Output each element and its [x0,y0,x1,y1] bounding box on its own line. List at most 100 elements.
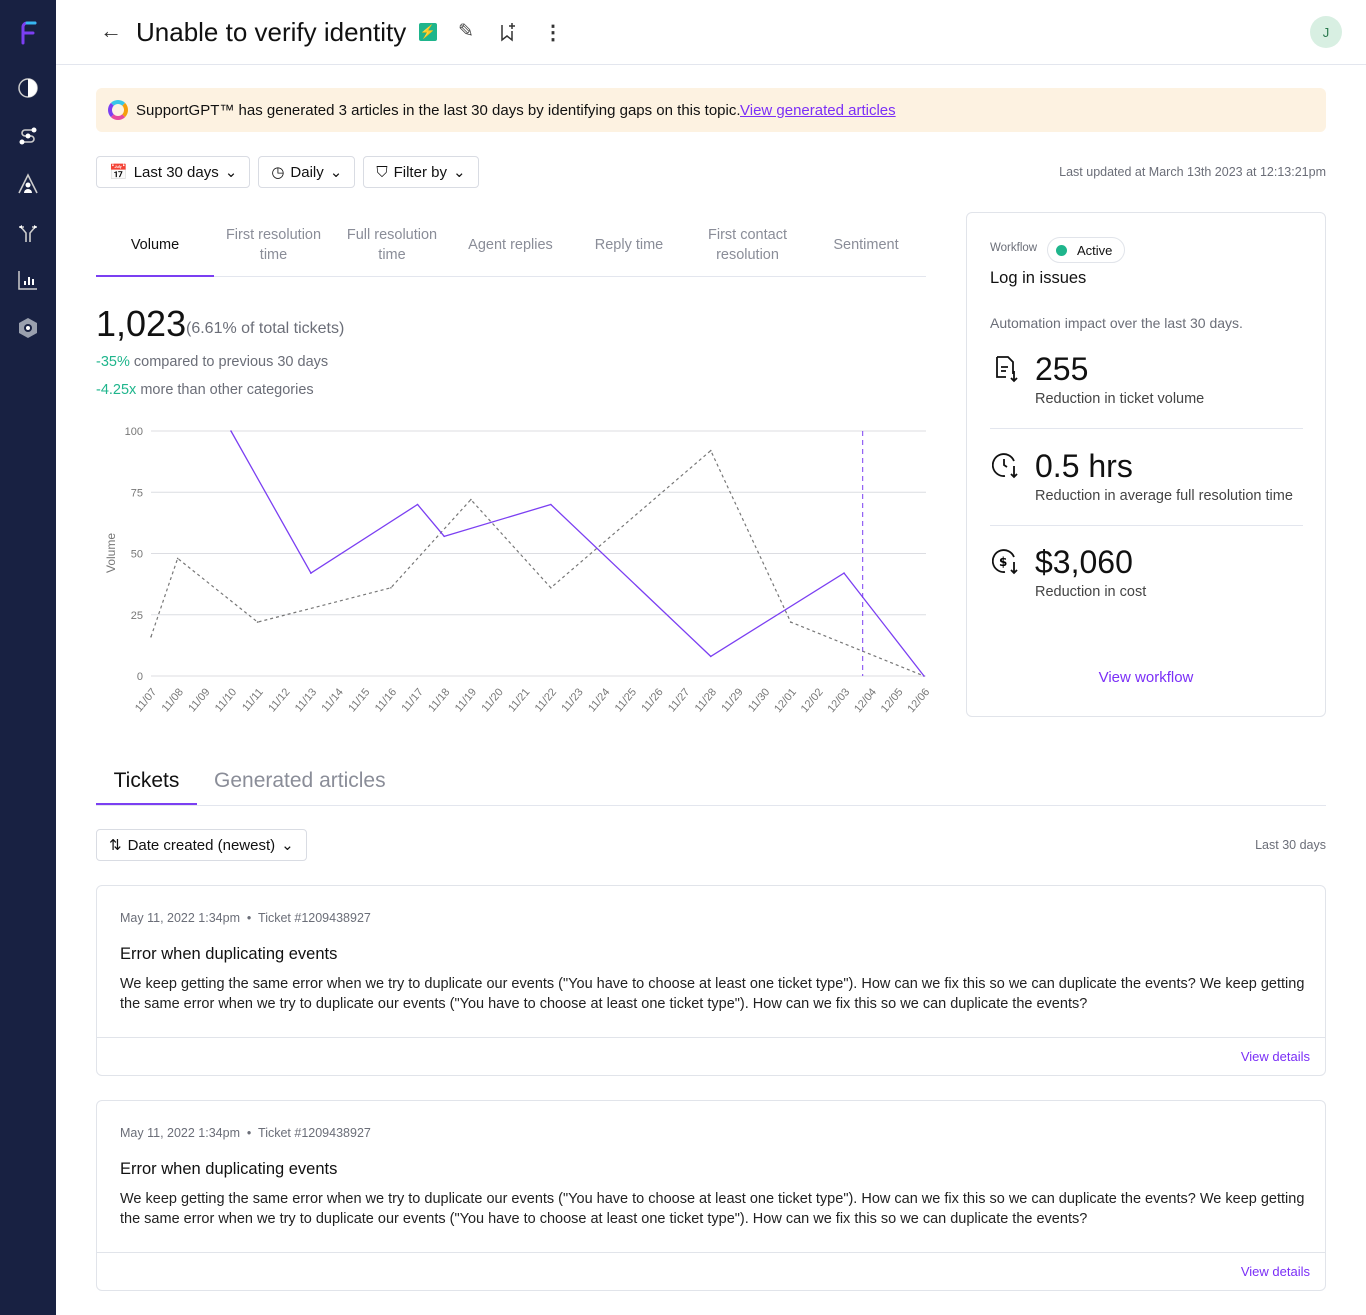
user-avatar[interactable]: J [1310,16,1342,48]
ticket-card[interactable]: May 11, 2022 1:34pm • Ticket #1209438927… [96,1100,1326,1291]
ticket-card[interactable]: May 11, 2022 1:34pm • Ticket #1209438927… [96,885,1326,1076]
volume-total: 1,023 [96,303,187,344]
metric-resolution-time: 0.5 hrs Reduction in average full resolu… [967,445,1327,525]
x-tick-label: 11/07 [133,686,159,714]
data-point [176,557,179,560]
ticket-date: May 11, 2022 1:34pm [120,911,240,925]
change-vs-previous: -35% [96,354,130,370]
chevron-down-icon: ⌄ [329,164,343,181]
tab-volume[interactable]: Volume [96,225,214,265]
ticket-title: Error when duplicating events [120,945,338,963]
data-point [843,572,845,574]
tab-generated-articles[interactable]: Generated articles [214,769,386,793]
x-tick-label: 11/30 [746,686,772,714]
tab-sentiment[interactable]: Sentiment [807,225,925,265]
view-details-link[interactable]: View details [1241,1264,1310,1279]
tab-agent-replies[interactable]: Agent replies [452,225,570,265]
sidebar [0,0,56,1315]
ticket-meta: May 11, 2022 1:34pm • Ticket #1209438927 [120,1126,371,1140]
x-tick-label: 11/22 [533,686,559,714]
x-tick-label: 11/10 [213,686,239,714]
data-point [310,572,312,574]
page-title: Unable to verify identity [136,17,407,47]
x-tick-label: 11/15 [346,686,372,714]
x-tick-label: 11/20 [479,686,505,714]
back-arrow-icon[interactable]: ← [100,18,122,44]
agents-icon[interactable] [16,172,40,196]
top-bar: ← Unable to verify identity ⚡ ✎ ⋮ J [56,0,1366,65]
chevron-down-icon: ⌄ [452,164,466,181]
automation-bolt-icon: ⚡ [419,23,437,41]
document-down-icon [994,355,1020,388]
y-tick-label: 0 [137,671,143,683]
metric-label: Reduction in ticket volume [1035,391,1205,407]
ticket-meta: May 11, 2022 1:34pm • Ticket #1209438927 [120,911,371,925]
edit-pencil-icon[interactable]: ✎ [458,20,474,43]
x-tick-label: 11/28 [693,686,719,714]
data-point [550,503,552,506]
sort-icon: ⇅ [109,837,122,854]
data-point [923,675,925,677]
metric-value: $3,060 [1035,544,1133,580]
granularity-dropdown[interactable]: ◷ Daily ⌄ [258,156,356,188]
volume-share: (6.61% of total tickets) [186,320,345,337]
divider [990,428,1303,429]
metric-value: 0.5 hrs [1035,448,1133,484]
last-updated: Last updated at March 13th 2023 at 12:13… [1059,165,1326,179]
data-point [550,587,552,589]
y-tick-label: 50 [131,549,143,561]
data-point [470,498,472,501]
workflow-card: Workflow Active Log in issues Automation… [966,212,1326,717]
filter-by-label: Filter by [393,163,447,181]
view-workflow-link[interactable]: View workflow [967,669,1325,686]
x-tick-label: 12/03 [825,686,852,715]
tab-reply-time[interactable]: Reply time [570,225,688,265]
sort-label: Date created (newest) [127,836,276,854]
logo-icon[interactable] [16,20,40,45]
tab-first-contact-resolution[interactable]: First contact resolution [689,225,807,265]
x-tick-label: 11/16 [373,686,399,714]
x-tick-label: 12/06 [905,686,930,715]
data-point [150,636,152,638]
workflows-icon[interactable] [16,124,40,148]
series-line-previous-period [150,449,925,677]
filter-by-dropdown[interactable]: ⛉ Filter by ⌄ [363,156,479,188]
x-tick-label: 11/14 [320,686,346,714]
view-generated-articles-link[interactable]: View generated articles [740,102,896,119]
clock-icon: ◷ [271,164,285,181]
tab-tickets[interactable]: Tickets [96,769,197,793]
dashboard-icon[interactable] [16,76,40,100]
x-tick-label: 11/13 [293,686,319,714]
x-tick-label: 11/27 [666,686,692,714]
svg-text:$: $ [999,555,1007,569]
ticket-date: May 11, 2022 1:34pm [120,1126,240,1140]
data-point [256,621,259,623]
x-tick-label: 11/26 [639,686,665,714]
granularity-label: Daily [290,163,324,181]
tabs-divider [96,276,926,277]
ticket-id: Ticket #1209438927 [258,911,371,925]
status-text: Active [1077,242,1113,258]
date-range-dropdown[interactable]: 📅 Last 30 days ⌄ [96,156,251,188]
y-axis-label: Volume [104,533,118,573]
ticket-footer-divider [97,1252,1325,1253]
analytics-icon[interactable] [16,268,40,292]
x-tick-label: 11/21 [506,686,532,714]
x-tick-label: 11/11 [240,686,266,714]
date-range-label: Last 30 days [133,163,219,181]
x-tick-label: 11/23 [559,686,585,714]
sort-dropdown[interactable]: ⇅ Date created (newest) ⌄ [96,829,307,861]
bookmark-add-icon[interactable] [500,22,516,47]
x-tick-label: 12/05 [879,686,906,715]
view-details-link[interactable]: View details [1241,1049,1310,1064]
tab-first-resolution-time[interactable]: First resolution time [215,225,333,265]
data-point [789,621,792,623]
y-tick-label: 75 [131,487,143,499]
change-vs-categories: -4.25x [96,382,137,398]
routing-icon[interactable] [16,220,40,244]
more-options-icon[interactable]: ⋮ [543,20,563,45]
metric-value: 255 [1035,351,1089,387]
tab-full-resolution-time[interactable]: Full resolution time [333,225,451,265]
dollar-down-icon: $ [991,548,1022,581]
settings-icon[interactable] [16,316,40,340]
